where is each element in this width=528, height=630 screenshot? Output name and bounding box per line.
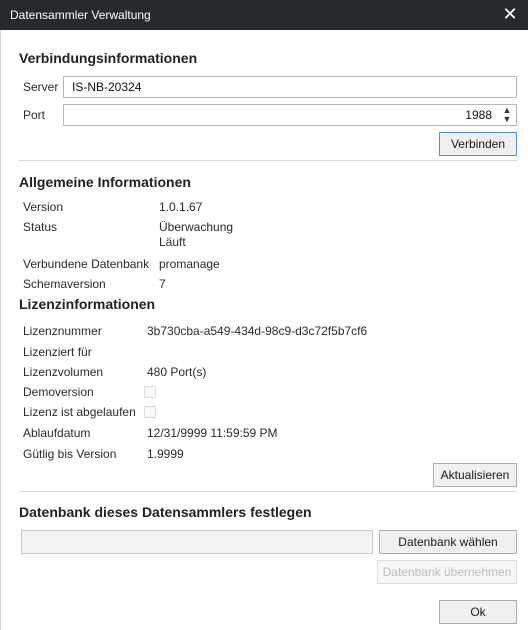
license-volume-value: 480 Port(s) (147, 365, 207, 379)
schema-label: Schemaversion (23, 277, 106, 291)
section-title-license: Lizenzinformationen (19, 296, 156, 312)
expired-checkbox (144, 406, 156, 418)
db-label: Verbundene Datenbank (23, 257, 150, 271)
license-number-value: 3b730cba-a549-434d-98c9-d3c72f5b7cf6 (147, 324, 368, 338)
refresh-button[interactable]: Aktualisieren (433, 463, 517, 487)
server-label: Server (23, 80, 59, 94)
section-title-database: Datenbank dieses Datensammlers festlegen (19, 504, 312, 520)
port-label: Port (23, 108, 46, 122)
demo-checkbox (144, 386, 156, 398)
separator (19, 160, 517, 161)
server-input[interactable]: IS-NB-20324 (63, 76, 517, 98)
ok-button[interactable]: Ok (439, 600, 517, 624)
database-path-input[interactable] (21, 530, 373, 554)
status-label: Status (23, 220, 58, 234)
license-number-label: Lizenznummer (23, 324, 102, 338)
license-volume-label: Lizenzvolumen (23, 365, 104, 379)
expired-label: Lizenz ist abgelaufen (23, 405, 136, 419)
port-spinner[interactable]: ▲ ▼ (501, 105, 513, 125)
schema-value: 7 (159, 277, 166, 291)
expiry-label: Ablaufdatum (23, 426, 91, 440)
demo-label: Demoversion (23, 385, 94, 399)
valid-until-value: 1.9999 (147, 447, 184, 461)
dialog-body: Verbindungsinformationen Server IS-NB-20… (0, 30, 528, 630)
port-value: 1988 (465, 108, 492, 122)
port-input[interactable]: 1988 (63, 104, 517, 126)
spinner-up-icon[interactable]: ▲ (501, 106, 513, 115)
version-label: Version (23, 200, 64, 214)
separator (19, 491, 517, 492)
section-title-general: Allgemeine Informationen (19, 174, 191, 190)
apply-database-button[interactable]: Datenbank übernehmen (377, 560, 517, 584)
spinner-down-icon[interactable]: ▼ (501, 115, 513, 124)
db-value: promanage (159, 257, 220, 271)
window-titlebar: Datensammler Verwaltung ✕ (0, 0, 528, 30)
choose-database-button[interactable]: Datenbank wählen (379, 530, 517, 554)
valid-until-label: Gütlig bis Version (23, 447, 117, 461)
connect-button[interactable]: Verbinden (439, 132, 517, 156)
expiry-value: 12/31/9999 11:59:59 PM (147, 426, 278, 440)
status-value-line1: Überwachung (159, 220, 234, 234)
window-title: Datensammler Verwaltung (10, 8, 151, 22)
licensed-for-label: Lizenziert für (23, 345, 92, 359)
status-value-line2: Läuft (159, 235, 186, 249)
section-title-connection: Verbindungsinformationen (19, 50, 198, 66)
version-value: 1.0.1.67 (159, 200, 203, 214)
close-icon[interactable]: ✕ (500, 4, 520, 24)
